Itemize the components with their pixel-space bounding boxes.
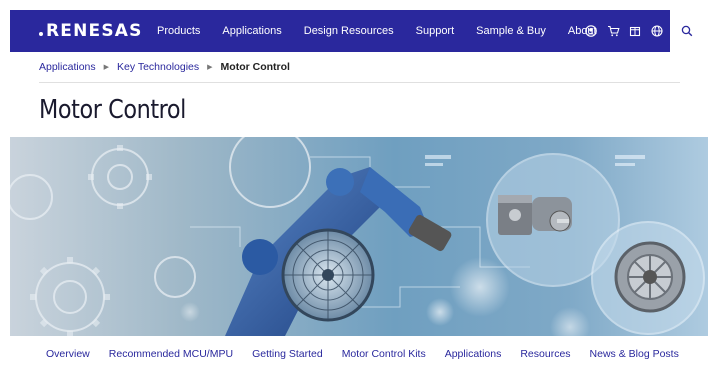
nav-item-sample-buy[interactable]: Sample & Buy <box>476 25 546 37</box>
subnav-overview[interactable]: Overview <box>46 348 90 360</box>
subnav-applications[interactable]: Applications <box>445 348 502 360</box>
logo-dot-icon <box>39 32 43 36</box>
nav-item-applications[interactable]: Applications <box>222 25 281 37</box>
breadcrumb: Applications ▶ Key Technologies ▶ Motor … <box>39 61 290 73</box>
top-navbar: RENESAS Products Applications Design Res… <box>10 10 704 52</box>
subnav-items: Overview Recommended MCU/MPU Getting Sta… <box>46 348 698 360</box>
user-icon[interactable] <box>584 24 598 38</box>
breadcrumb-separator-icon: ▶ <box>207 64 213 71</box>
search-button[interactable] <box>670 10 704 52</box>
breadcrumb-link-applications[interactable]: Applications <box>39 61 96 73</box>
subnav-motor-control-kits[interactable]: Motor Control Kits <box>342 348 426 360</box>
subnav-getting-started[interactable]: Getting Started <box>252 348 323 360</box>
nav-item-design-resources[interactable]: Design Resources <box>304 25 394 37</box>
main-nav: Products Applications Design Resources S… <box>157 10 619 52</box>
renesas-logo[interactable]: RENESAS <box>39 21 143 41</box>
subnav-news-blog-posts[interactable]: News & Blog Posts <box>590 348 679 360</box>
nav-item-support[interactable]: Support <box>416 25 455 37</box>
page-title: Motor Control <box>39 95 186 125</box>
breadcrumb-current: Motor Control <box>220 61 290 73</box>
breadcrumb-divider <box>39 82 680 83</box>
globe-icon[interactable] <box>650 24 664 38</box>
breadcrumb-link-key-technologies[interactable]: Key Technologies <box>117 61 199 73</box>
box-icon[interactable] <box>628 24 642 38</box>
breadcrumb-separator-icon: ▶ <box>103 64 110 71</box>
motor-control-hero-image <box>10 137 708 336</box>
page-margin <box>0 0 10 365</box>
cart-icon[interactable] <box>606 24 620 38</box>
nav-icon-group <box>584 10 672 52</box>
subnav-recommended-mcu-mpu[interactable]: Recommended MCU/MPU <box>109 348 233 360</box>
logo-text: RENESAS <box>46 21 143 41</box>
hero-image <box>10 137 708 336</box>
section-subnav: Overview Recommended MCU/MPU Getting Sta… <box>10 336 704 365</box>
search-icon <box>681 25 693 37</box>
subnav-resources[interactable]: Resources <box>520 348 570 360</box>
nav-item-products[interactable]: Products <box>157 25 200 37</box>
